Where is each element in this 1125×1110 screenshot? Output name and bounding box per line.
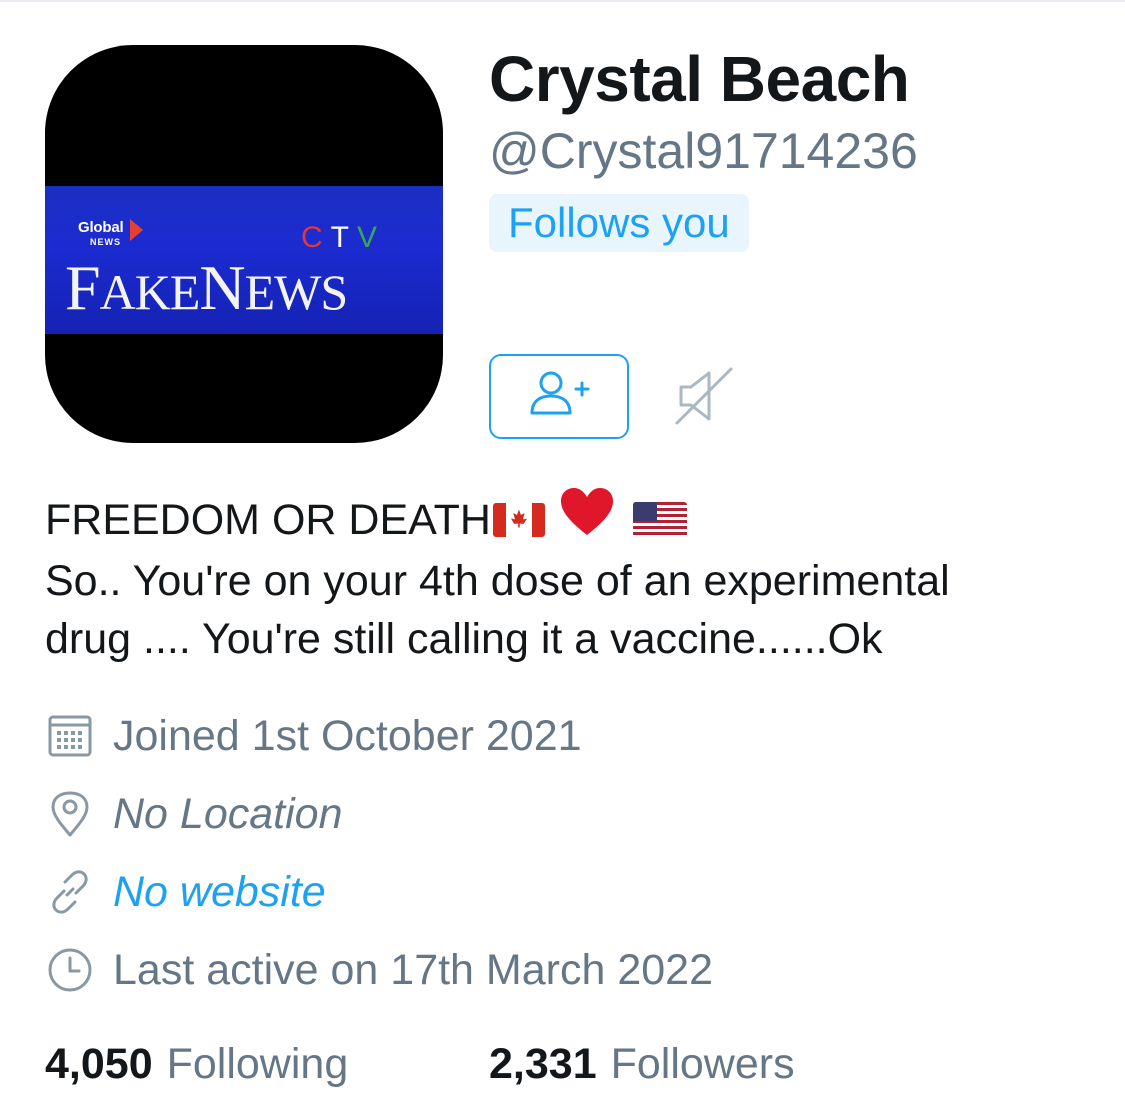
display-name: Crystal Beach <box>489 43 910 115</box>
red-heart-icon <box>559 487 615 552</box>
user-handle: @Crystal91714236 <box>489 123 918 179</box>
bio-line-1: FREEDOM OR DEATH <box>45 487 1105 552</box>
location-pin-icon <box>45 789 95 839</box>
last-active-text: Last active on 17th March 2022 <box>113 945 713 994</box>
following-stat[interactable]: 4,050 Following <box>45 1034 348 1094</box>
profile-avatar[interactable]: Global NEWS CTV FAKENEWS <box>45 45 443 443</box>
mute-button[interactable] <box>668 362 740 434</box>
location-text: No Location <box>113 789 343 838</box>
canadian-flag-icon <box>492 502 545 537</box>
avatar-global-news-text: NEWS <box>90 237 121 247</box>
joined-row: Joined 1st October 2021 <box>45 706 582 766</box>
last-active-row: Last active on 17th March 2022 <box>45 940 713 1000</box>
bio-line-2: So.. You're on your 4th dose of an exper… <box>45 557 950 605</box>
website-row[interactable]: No website <box>45 862 326 922</box>
followers-label: Followers <box>610 1039 795 1088</box>
website-link[interactable]: No website <box>113 868 326 917</box>
avatar-ctv-logo: CTV <box>301 221 386 254</box>
global-arrow-icon <box>130 219 143 241</box>
profile-bio: FREEDOM OR DEATH So.. You're on your 4th… <box>45 487 1105 668</box>
calendar-icon <box>45 711 95 761</box>
avatar-headline: FAKENEWS <box>65 252 348 323</box>
followers-count: 2,331 <box>489 1039 597 1088</box>
joined-date: Joined 1st October 2021 <box>113 711 582 760</box>
avatar-global-logo: Global <box>78 219 124 236</box>
location-row: No Location <box>45 784 343 844</box>
follow-button[interactable] <box>489 354 629 439</box>
following-label: Following <box>166 1039 349 1088</box>
muted-speaker-icon <box>671 363 737 434</box>
clock-icon <box>45 945 95 995</box>
top-divider <box>0 0 1125 2</box>
following-count: 4,050 <box>45 1039 153 1088</box>
follows-you-badge: Follows you <box>489 194 749 252</box>
bio-line-3: drug .... You're still calling it a vacc… <box>45 615 883 663</box>
followers-stat[interactable]: 2,331 Followers <box>489 1034 795 1094</box>
add-user-icon <box>527 369 591 424</box>
us-flag-icon <box>632 501 687 538</box>
link-icon <box>45 867 95 917</box>
